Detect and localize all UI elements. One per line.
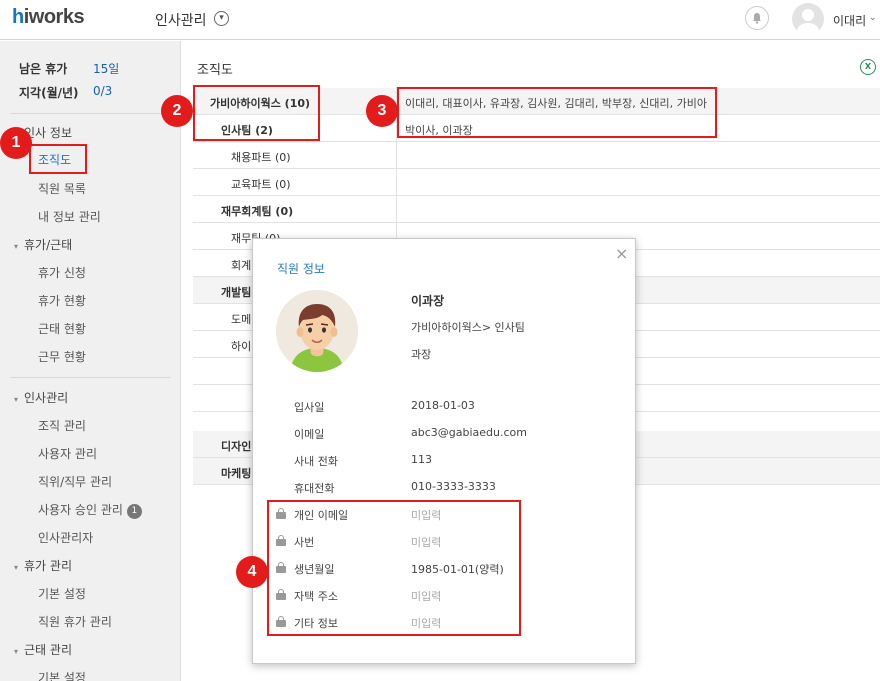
sidebar-group-leave-management[interactable]: ▾ 휴가 관리 (14, 557, 72, 574)
mobile-phone-value: 010-3333-3333 (411, 480, 496, 493)
highlight-box-1 (29, 144, 87, 174)
employee-rank: 과장 (411, 348, 432, 361)
sidebar-item-hr-admin[interactable]: 인사관리자 (38, 529, 93, 546)
sidebar-item-employee-leave-management[interactable]: 직원 휴가 관리 (38, 613, 112, 630)
sidebar-divider (10, 377, 170, 378)
approval-count-badge: 1 (126, 504, 142, 519)
email-value[interactable]: abc3@gabiaedu.com (411, 426, 527, 439)
modal-title: 직원 정보 (277, 262, 325, 276)
step-marker-3: 3 (366, 95, 398, 127)
email-label: 이메일 (294, 428, 325, 441)
remaining-leave-value[interactable]: 15일 (93, 60, 119, 77)
hire-date-label: 입사일 (294, 401, 325, 414)
office-phone-value: 113 (411, 453, 432, 466)
sidebar-item-user-approval[interactable]: 사용자 승인 관리 1 (38, 501, 142, 519)
office-phone-label: 사내 전화 (294, 455, 338, 468)
sidebar-item-my-info[interactable]: 내 정보 관리 (38, 208, 101, 225)
user-avatar[interactable] (792, 3, 824, 35)
employee-avatar (276, 290, 358, 372)
sidebar-item-leave-basic-settings[interactable]: 기본 설정 (38, 585, 86, 602)
step-marker-1: 1 (0, 127, 32, 159)
org-row-recruiting[interactable]: 채용파트 (0) (193, 142, 880, 169)
sidebar-group-leave-attendance[interactable]: ▾ 휴가/근태 (14, 236, 72, 253)
step-marker-2: 2 (161, 95, 193, 127)
sidebar-item-leave-status[interactable]: 휴가 현황 (38, 292, 86, 309)
page-title: 조직도 (197, 63, 233, 78)
employee-department: 가비아하이웍스> 인사팀 (411, 321, 525, 334)
org-row-education[interactable]: 교육파트 (0) (193, 169, 880, 196)
sidebar-group-attendance-management[interactable]: ▾ 근태 관리 (14, 641, 72, 658)
org-row-finance-team[interactable]: 재무회계팀 (0) (193, 196, 880, 223)
user-name[interactable]: 이대리 (833, 12, 866, 29)
highlight-box-3 (397, 87, 717, 138)
sidebar-item-attendance-status[interactable]: 근태 현황 (38, 320, 86, 337)
sidebar-item-leave-request[interactable]: 휴가 신청 (38, 264, 86, 281)
employee-name: 이과장 (411, 294, 445, 308)
app-title[interactable]: 인사관리 (155, 10, 207, 30)
sidebar-group-hr-management[interactable]: ▾ 인사관리 (14, 389, 68, 406)
user-menu-chevron-icon[interactable]: ⌄ (869, 13, 877, 23)
sidebar-item-position-management[interactable]: 직위/직무 관리 (38, 473, 112, 490)
sidebar-item-user-management[interactable]: 사용자 관리 (38, 445, 97, 462)
step-marker-4: 4 (236, 556, 268, 588)
mobile-phone-label: 휴대전화 (294, 482, 335, 495)
remaining-leave-label: 남은 휴가 (19, 62, 68, 76)
hiworks-logo[interactable]: hiworks (12, 6, 85, 29)
highlight-box-2 (193, 85, 320, 141)
hire-date-value: 2018-01-03 (411, 399, 475, 412)
sidebar-item-work-status[interactable]: 근무 현황 (38, 348, 86, 365)
highlight-box-4 (267, 500, 521, 636)
excel-download-icon[interactable]: X (860, 59, 876, 75)
sidebar-item-attendance-basic-settings[interactable]: 기본 설정 (38, 669, 86, 681)
late-count-value[interactable]: 0/3 (93, 84, 112, 98)
notification-bell-icon[interactable] (745, 6, 769, 30)
close-icon[interactable]: × (615, 244, 628, 263)
chevron-down-icon[interactable]: ▾ (214, 11, 229, 26)
sidebar-item-org-management[interactable]: 조직 관리 (38, 417, 86, 434)
sidebar-divider (10, 113, 170, 114)
late-count-label: 지각(월/년) (19, 86, 79, 100)
sidebar-item-employee-list[interactable]: 직원 목록 (38, 180, 86, 197)
top-header: hiworks 인사관리 ▾ 이대리 ⌄ (0, 0, 880, 40)
